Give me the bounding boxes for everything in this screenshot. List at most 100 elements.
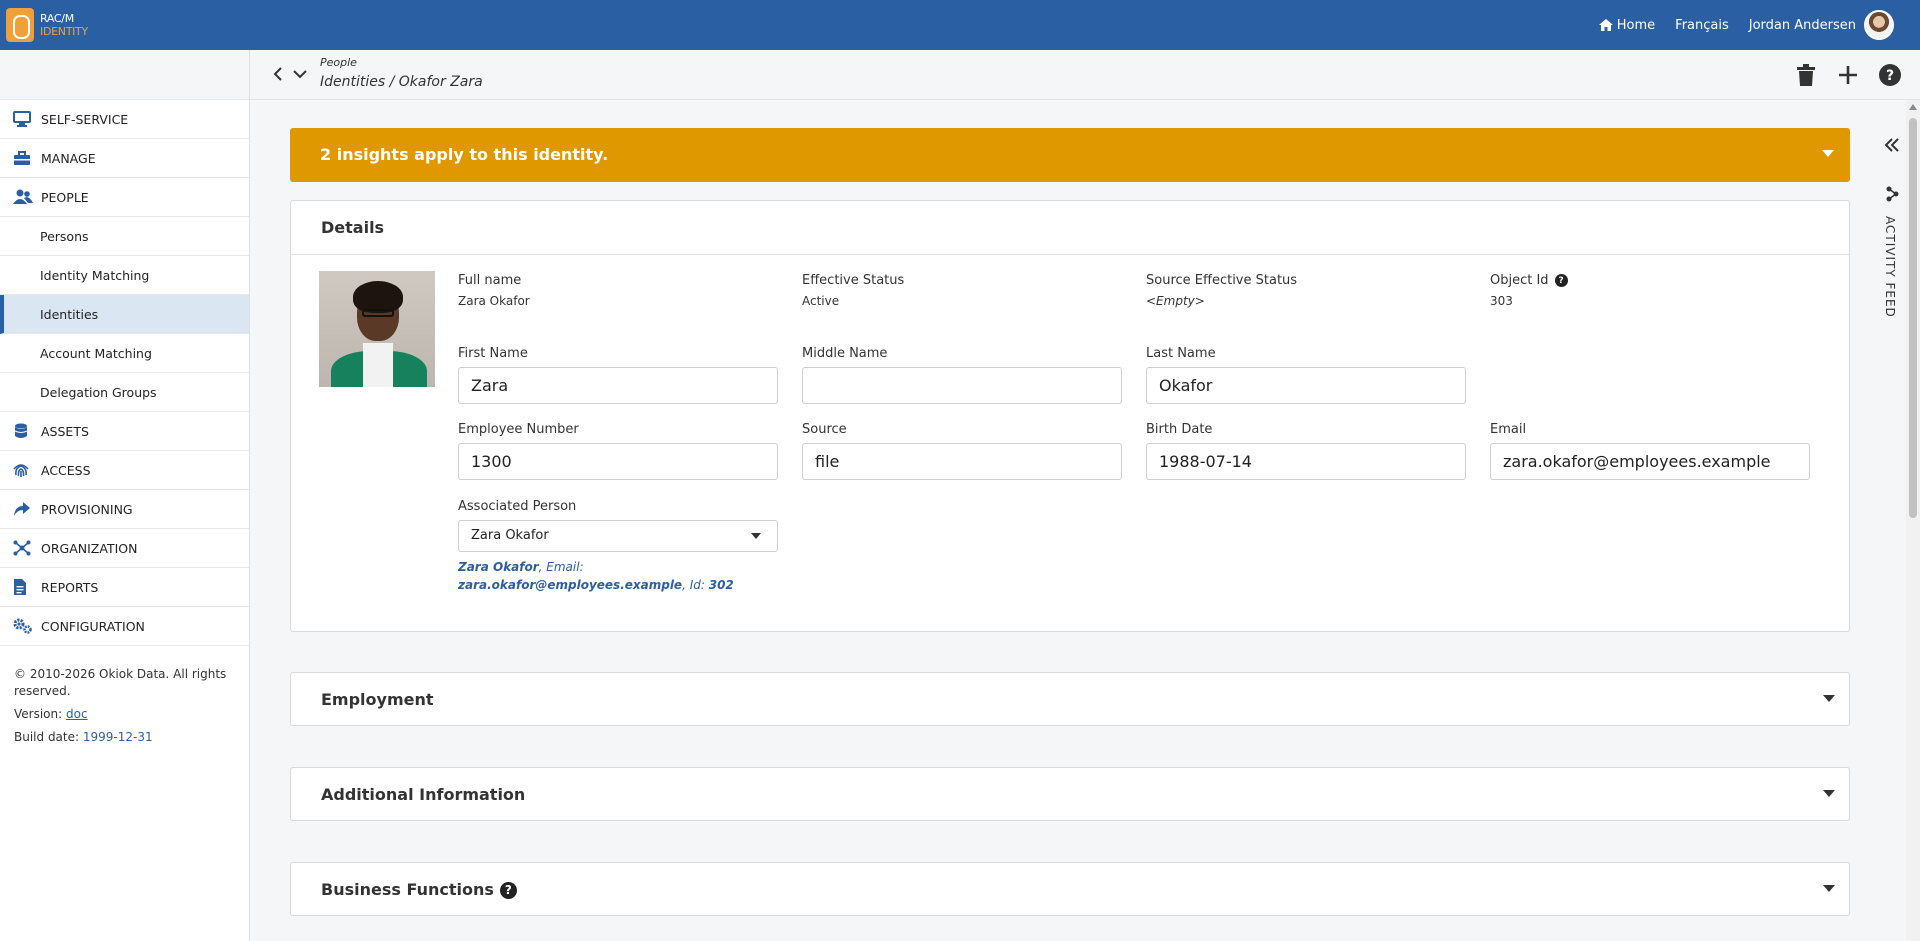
sidebar-item-identity-matching[interactable]: Identity Matching [0,256,249,295]
gears-icon [13,618,32,634]
fingerprint-icon [13,462,31,478]
object-id-help-icon[interactable]: ? [1554,274,1568,287]
associated-person-info: Zara Okafor, Email: zara.okafor@employee… [458,560,734,592]
main-scrollbar[interactable] [1906,100,1920,941]
business-functions-section[interactable]: Business Functions ? [290,862,1850,916]
logo-icon [6,8,34,42]
report-icon [13,579,31,595]
object-id-label: Object Id [1490,273,1549,288]
home-link[interactable]: Home [1598,18,1655,33]
user-avatar[interactable] [1864,10,1894,40]
sidebar-item-provisioning[interactable]: PROVISIONING [0,490,249,529]
object-id-value: 303 [1490,294,1513,308]
insights-alert-text: 2 insights apply to this identity. [320,145,609,164]
sidebar-item-persons[interactable]: Persons [0,217,249,256]
business-functions-help-icon[interactable]: ? [499,881,517,899]
chevron-left-icon [273,67,282,81]
insights-alert[interactable]: 2 insights apply to this identity. [290,128,1850,182]
last-name-field: Last Name Okafor [1146,346,1466,404]
app-logo[interactable]: RAC/M IDENTITY [6,8,96,42]
sidebar-item-label: REPORTS [41,579,99,595]
identity-photo [319,271,435,387]
scrollbar-thumb[interactable] [1909,118,1917,518]
sidebar-item-label: MANAGE [41,150,96,166]
sidebar-item-delegation-groups[interactable]: Delegation Groups [0,373,249,412]
sidebar-item-assets[interactable]: ASSETS [0,412,249,451]
associated-person-select[interactable]: Zara Okafor [458,520,778,552]
sidebar-item-configuration[interactable]: CONFIGURATION [0,607,249,646]
double-chevron-left-icon[interactable] [1884,138,1900,152]
last-name-input[interactable]: Okafor [1146,367,1466,404]
page-header: People Identities / Okafor Zara ? [250,50,1920,100]
sidebar-item-label: Persons [40,228,89,244]
logo-text-line2: IDENTITY [40,25,88,38]
sidebar-item-label: Account Matching [40,345,152,361]
birth-date-input[interactable]: 1988-07-14 [1146,443,1466,480]
version-doc-link[interactable]: doc [66,707,88,721]
home-icon [1598,19,1613,31]
sidebar-item-reports[interactable]: REPORTS [0,568,249,607]
sidebar-item-self-service[interactable]: SELF-SERVICE [0,100,249,139]
sidebar-item-manage[interactable]: MANAGE [0,139,249,178]
sidebar: SELF-SERVICE MANAGE PEOPLE Persons Ident… [0,50,250,941]
delete-button[interactable] [1794,63,1818,87]
monitor-icon [13,111,31,127]
sidebar-item-people[interactable]: PEOPLE [0,178,249,217]
build-date-label: Build date: [14,730,80,744]
hierarchy-icon [13,540,31,556]
copyright-text: © 2010-2026 Okiok Data. All rights reser… [14,667,227,698]
source-input[interactable]: file [802,443,1122,480]
employee-number-input[interactable]: 1300 [458,443,778,480]
assoc-email-link[interactable]: zara.okafor@employees.example [458,578,682,592]
sidebar-item-label: ORGANIZATION [41,540,138,556]
effective-status-field: Effective Status Active [802,273,904,308]
source-status-label: Source Effective Status [1146,273,1298,288]
assoc-name-link[interactable]: Zara Okafor [458,560,539,574]
full-name-field: Full name Zara Okafor [458,273,530,308]
source-field: Source file [802,422,1122,480]
birth-date-field: Birth Date 1988-07-14 [1146,422,1466,480]
main-content: 2 insights apply to this identity. Detai… [250,100,1880,941]
scroll-up-arrow[interactable] [1909,104,1917,110]
additional-information-section[interactable]: Additional Information [290,767,1850,821]
sidebar-header [0,50,249,100]
caret-down-icon [1823,790,1835,797]
back-button[interactable] [270,64,286,84]
user-name[interactable]: Jordan Andersen [1749,18,1856,33]
email-input[interactable]: zara.okafor@employees.example [1490,443,1810,480]
full-name-value: Zara Okafor [458,294,530,308]
last-name-label: Last Name [1146,346,1216,361]
sidebar-item-access[interactable]: ACCESS [0,451,249,490]
caret-down-icon [1823,695,1835,702]
first-name-input[interactable]: Zara [458,367,778,404]
expand-button[interactable] [292,64,308,84]
sidebar-item-label: ASSETS [41,423,89,439]
people-icon [13,189,33,205]
sidebar-item-identities[interactable]: Identities [0,295,249,334]
details-card: Details Full name Zara Okafor Effective … [290,200,1850,632]
activity-feed-label[interactable]: ACTIVITY FEED [1883,216,1897,318]
share-icon [13,501,31,517]
add-button[interactable] [1836,63,1860,87]
sidebar-item-label: PEOPLE [41,189,89,205]
middle-name-input[interactable] [802,367,1122,404]
plus-icon [1839,66,1857,84]
full-name-label: Full name [458,273,522,288]
additional-information-title: Additional Information [321,785,526,804]
employment-section[interactable]: Employment [290,672,1850,726]
logo-text-line1: RAC/M [40,12,74,25]
assoc-id-link[interactable]: 302 [709,578,734,592]
middle-name-field: Middle Name [802,346,1122,404]
help-button[interactable]: ? [1878,63,1902,87]
details-title: Details [291,201,1849,255]
language-link[interactable]: Français [1675,18,1729,33]
sidebar-footer: © 2010-2026 Okiok Data. All rights reser… [0,646,249,772]
email-field: Email zara.okafor@employees.example [1490,422,1810,480]
sidebar-item-account-matching[interactable]: Account Matching [0,334,249,373]
sidebar-item-organization[interactable]: ORGANIZATION [0,529,249,568]
breadcrumb-parent[interactable]: People [320,56,357,69]
source-status-field: Source Effective Status <Empty> [1146,273,1297,308]
activity-feed-panel: ACTIVITY FEED [1880,128,1906,328]
employee-number-label: Employee Number [458,422,579,437]
birth-date-label: Birth Date [1146,422,1213,437]
